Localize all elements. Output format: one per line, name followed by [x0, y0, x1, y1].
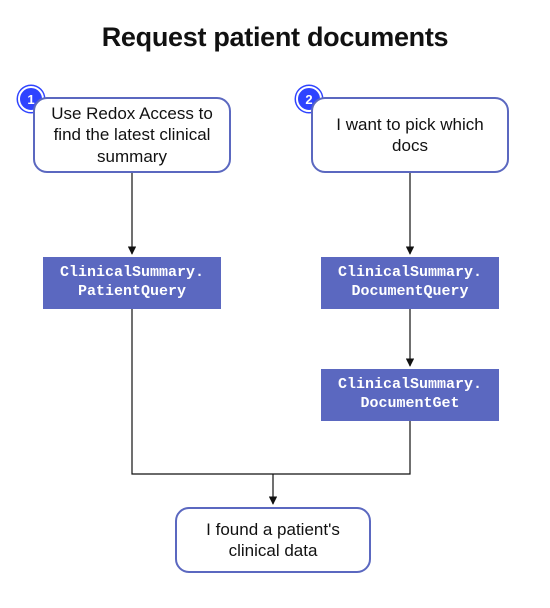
- diagram-canvas: Request patient documents 1 2 Use Redox …: [0, 0, 550, 608]
- decision-node-2: I want to pick which docs: [311, 97, 509, 173]
- diagram-title: Request patient documents: [0, 22, 550, 53]
- api-node-patient-query: ClinicalSummary. PatientQuery: [43, 257, 221, 309]
- decision-node-1: Use Redox Access to find the latest clin…: [33, 97, 231, 173]
- result-node: I found a patient's clinical data: [175, 507, 371, 573]
- api-node-document-query: ClinicalSummary. DocumentQuery: [321, 257, 499, 309]
- api-node-document-get: ClinicalSummary. DocumentGet: [321, 369, 499, 421]
